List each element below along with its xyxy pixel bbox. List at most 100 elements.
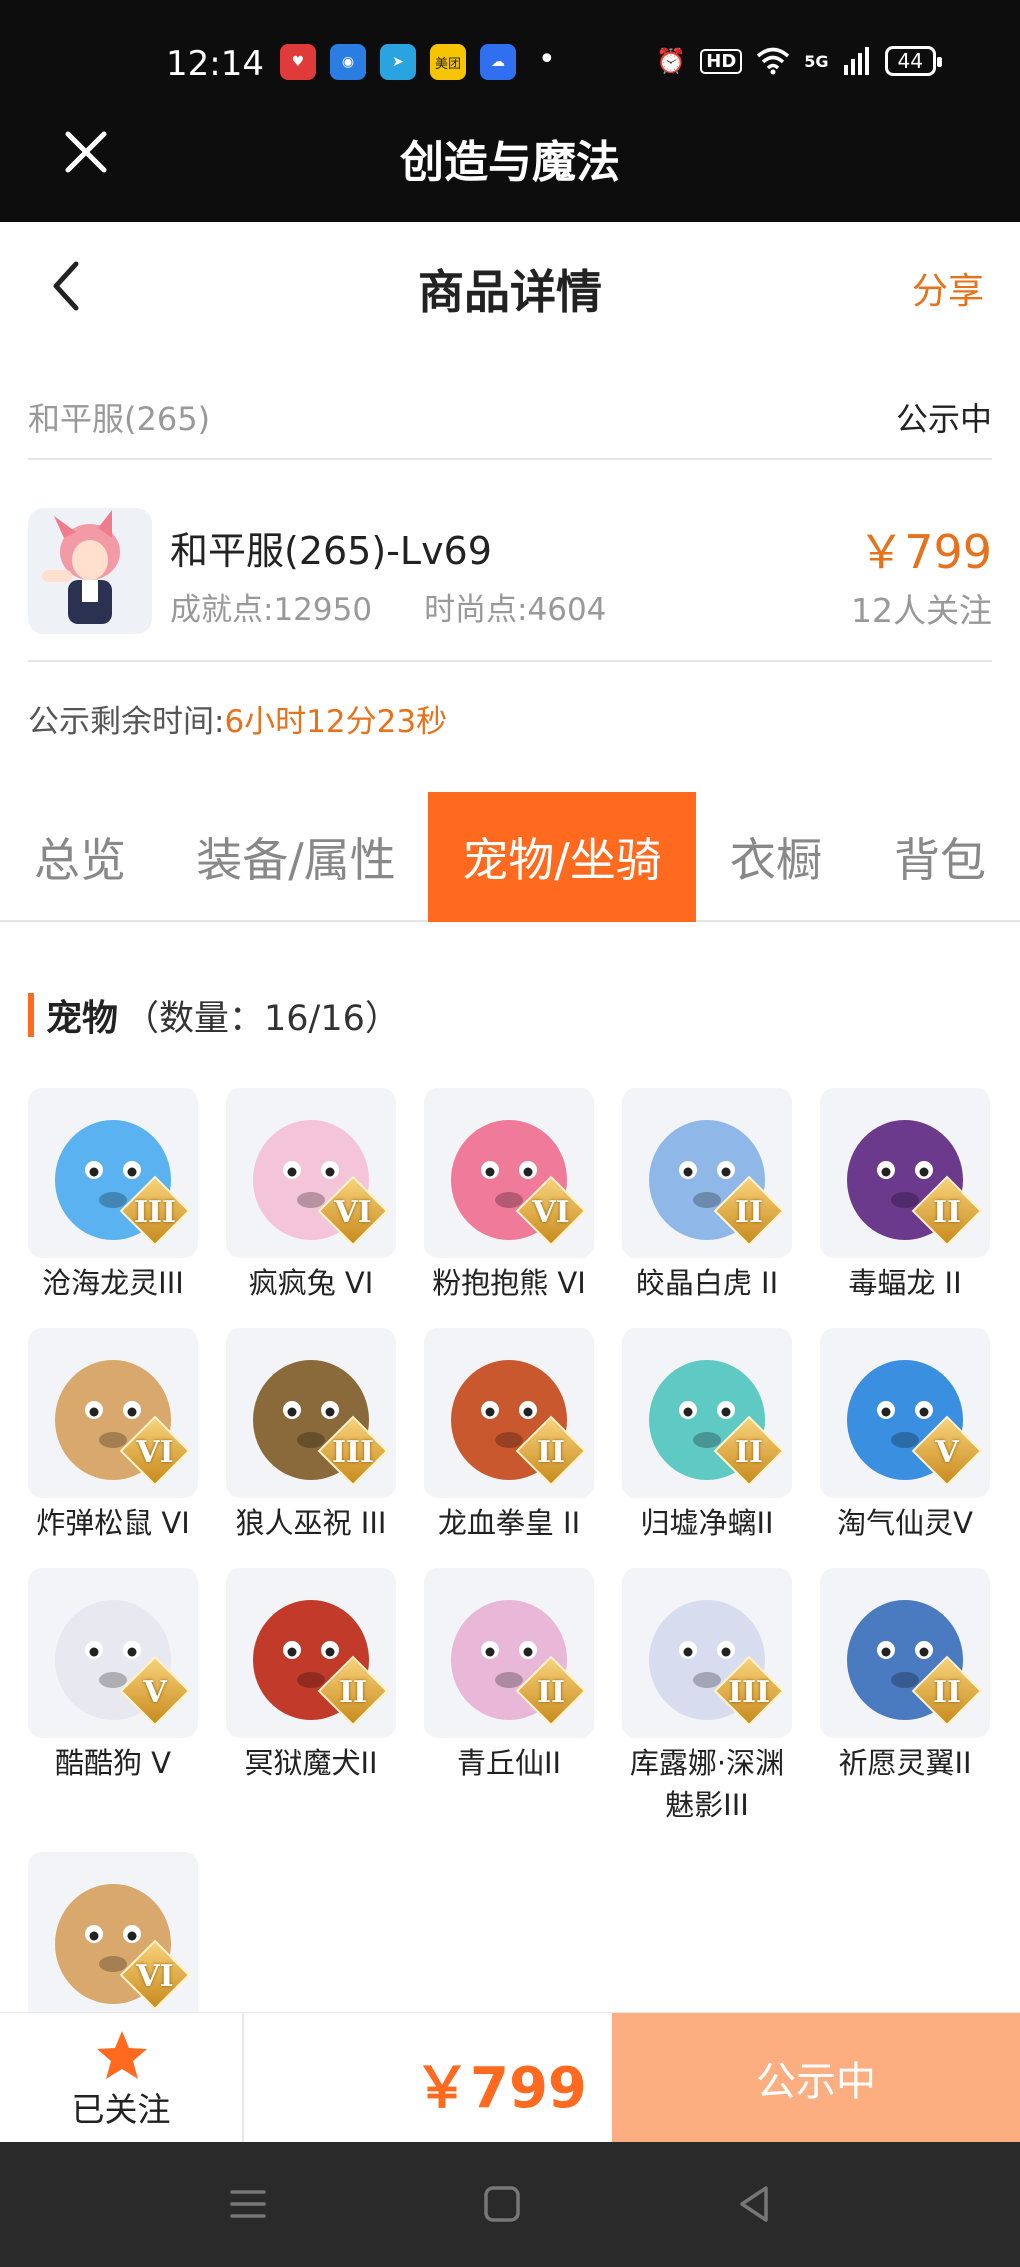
red-heart-app-icon: ♥	[280, 44, 316, 80]
system-navigation-bar	[0, 2142, 1020, 2267]
pet-card[interactable]: VI	[28, 1852, 198, 2026]
back-icon[interactable]	[728, 2178, 780, 2230]
pet-name: 粉抱抱熊 VI	[432, 1266, 586, 1300]
pet-card[interactable]: II 毒蝠龙 II	[820, 1088, 990, 1304]
blue-chat-app-icon: ☁	[480, 44, 516, 80]
pet-name: 皎晶白虎 II	[635, 1266, 779, 1300]
page-header: 商品详情 分享	[0, 222, 1020, 350]
grade-text: II	[536, 1675, 566, 1710]
notification-icons: ♥ ◉ ➤ 美团 ☁	[280, 44, 516, 80]
grade-text: VI	[136, 1959, 174, 1994]
pet-name: 青丘仙II	[456, 1746, 562, 1780]
pet-card[interactable]: V 酷酷狗 V	[28, 1568, 198, 1784]
system-indicators: ⏰ HD 5G 44	[656, 46, 943, 76]
publicity-status-button[interactable]: 公示中	[612, 2013, 1020, 2143]
meituan-icon: 美团	[430, 44, 466, 80]
more-notifications-dot: •	[538, 42, 556, 77]
follow-label: 已关注	[71, 2090, 171, 2129]
grade-text: III	[331, 1435, 375, 1470]
hd-icon: HD	[700, 48, 743, 74]
menu-icon[interactable]	[222, 2178, 274, 2230]
achievement-points: 成就点:12950	[170, 592, 373, 628]
telegram-icon: ➤	[380, 44, 416, 80]
pet-card[interactable]: II 归墟净螭II	[622, 1328, 792, 1544]
pet-image: III	[226, 1328, 396, 1498]
character-stats: 成就点:12950 时尚点:4604	[170, 584, 606, 629]
pet-name: 沧海龙灵III	[42, 1266, 184, 1300]
pets-section-label: 宠物	[46, 998, 119, 1039]
pet-card[interactable]: II 青丘仙II	[424, 1568, 594, 1784]
pet-card[interactable]: II 龙血拳皇 II	[424, 1328, 594, 1544]
pet-name: 库露娜·深渊魅影III	[629, 1746, 785, 1822]
pet-image: II	[424, 1568, 594, 1738]
pet-image: II	[424, 1328, 594, 1498]
grade-text: VI	[532, 1195, 570, 1230]
share-button[interactable]: 分享	[912, 262, 984, 314]
pet-card[interactable]: V 淘气仙灵V	[820, 1328, 990, 1544]
character-name: 和平服(265)-Lv69	[170, 529, 492, 573]
fashion-points: 时尚点:4604	[424, 592, 607, 628]
pet-name: 炸弹松鼠 VI	[36, 1506, 190, 1540]
pet-card[interactable]: III 库露娜·深渊魅影III	[622, 1568, 792, 1826]
tab-pets-mounts[interactable]: 宠物/坐骑	[428, 792, 696, 922]
pet-card[interactable]: II 皎晶白虎 II	[622, 1088, 792, 1304]
server-name: 和平服(265)	[28, 400, 211, 438]
character-price: ￥799	[858, 525, 992, 579]
pet-image: VI	[226, 1088, 396, 1258]
pet-card[interactable]: II 冥狱魔犬II	[226, 1568, 396, 1784]
pet-card[interactable]: III 沧海龙灵III	[28, 1088, 198, 1304]
section-accent-bar	[28, 993, 34, 1037]
tab-wardrobe[interactable]: 衣橱	[706, 792, 846, 922]
wifi-icon	[757, 47, 790, 75]
pet-name: 淘气仙灵V	[837, 1506, 973, 1540]
bottom-price: ￥799	[414, 2056, 587, 2121]
pet-image: VI	[424, 1088, 594, 1258]
page-title: 商品详情	[418, 265, 602, 319]
tab-equipment[interactable]: 装备/属性	[180, 792, 412, 922]
alarm-icon: ⏰	[656, 47, 687, 75]
character-avatar	[28, 508, 152, 634]
grade-text: II	[734, 1195, 764, 1230]
pet-image: V	[28, 1568, 198, 1738]
tab-backpack[interactable]: 背包	[870, 792, 1010, 922]
tab-overview[interactable]: 总览	[0, 792, 160, 922]
battery-level: 44	[897, 49, 923, 73]
pet-card[interactable]: VI 炸弹松鼠 VI	[28, 1328, 198, 1544]
pet-name: 归墟净螭II	[640, 1506, 774, 1540]
status-bar: 12:14 ♥ ◉ ➤ 美团 ☁ • ⏰ HD 5G 44	[0, 0, 1020, 128]
pet-name: 祈愿灵翼II	[838, 1746, 972, 1780]
pet-name: 酷酷狗 V	[54, 1746, 172, 1780]
follow-button[interactable]: 已关注	[0, 2013, 244, 2143]
pet-image: II	[820, 1088, 990, 1258]
detail-tabs: 总览 装备/属性 宠物/坐骑 衣橱 背包	[0, 792, 1020, 922]
home-icon[interactable]	[476, 2178, 528, 2230]
bottom-action-bar: 已关注 ￥799 公示中	[0, 2012, 1020, 2143]
pet-name: 疯疯兔 VI	[248, 1266, 374, 1300]
network-type: 5G	[804, 51, 829, 71]
publicity-timer: 公示剩余时间:6小时12分23秒	[28, 696, 447, 741]
grade-text: II	[734, 1435, 764, 1470]
grade-text: V	[935, 1435, 959, 1470]
follower-count: 12人关注	[851, 591, 992, 630]
character-summary[interactable]: 和平服(265)-Lv69 成就点:12950 时尚点:4604 ￥799 12人…	[28, 480, 992, 662]
pet-card[interactable]: II 祈愿灵翼II	[820, 1568, 990, 1784]
app-title: 创造与魔法	[400, 137, 620, 188]
server-status: 公示中	[895, 400, 992, 438]
pet-image: VI	[28, 1328, 198, 1498]
timer-value: 6小时12分23秒	[224, 704, 448, 740]
grade-text: II	[536, 1435, 566, 1470]
pet-name: 冥狱魔犬II	[244, 1746, 378, 1780]
pet-image: VI	[28, 1852, 198, 2022]
signal-icon	[843, 47, 869, 75]
grade-text: III	[727, 1675, 771, 1710]
pet-name: 毒蝠龙 II	[848, 1266, 962, 1300]
pet-card[interactable]: III 狼人巫祝 III	[226, 1328, 396, 1544]
grade-text: III	[133, 1195, 177, 1230]
pet-card[interactable]: VI 疯疯兔 VI	[226, 1088, 396, 1304]
pet-name: 龙血拳皇 II	[437, 1506, 581, 1540]
pet-card[interactable]: VI 粉抱抱熊 VI	[424, 1088, 594, 1304]
grade-text: VI	[334, 1195, 372, 1230]
pets-section-title: 宠物 （数量：16/16）	[28, 990, 400, 1040]
pets-count: （数量：16/16）	[124, 998, 400, 1039]
grade-text: II	[932, 1195, 962, 1230]
